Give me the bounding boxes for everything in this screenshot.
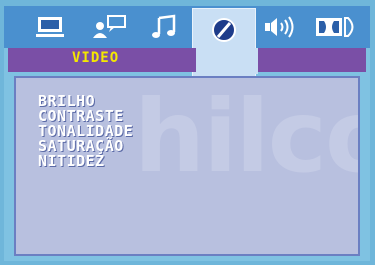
- tab-display[interactable]: [30, 8, 70, 46]
- section-title: VIDEO: [72, 50, 120, 66]
- active-tab-connector: [196, 48, 258, 74]
- section-header-bar: [8, 48, 366, 74]
- settings-menu: BRILHO CONTRASTE TONALIDADE SATURAÇÃO NI…: [38, 94, 133, 169]
- brand-watermark: hilco: [134, 78, 358, 195]
- menu-item-nitidez[interactable]: NITIDEZ: [38, 154, 133, 169]
- dolby-icon: [316, 17, 354, 37]
- tab-audio-music[interactable]: [144, 8, 184, 46]
- tab-speaker[interactable]: [258, 8, 302, 46]
- music-note-icon: [152, 14, 176, 38]
- speaker-icon: [265, 16, 294, 38]
- tab-dolby[interactable]: [310, 8, 362, 46]
- osd-menu: VIDEO hilco BRILHO CONTRASTE TONALIDADE …: [4, 6, 370, 261]
- picture-settings-icon: [212, 18, 236, 42]
- settings-panel: hilco BRILHO CONTRASTE TONALIDADE SATURA…: [14, 76, 360, 256]
- user-chat-icon: [93, 15, 126, 38]
- tab-language[interactable]: [86, 8, 132, 46]
- monitor-icon: [36, 17, 64, 37]
